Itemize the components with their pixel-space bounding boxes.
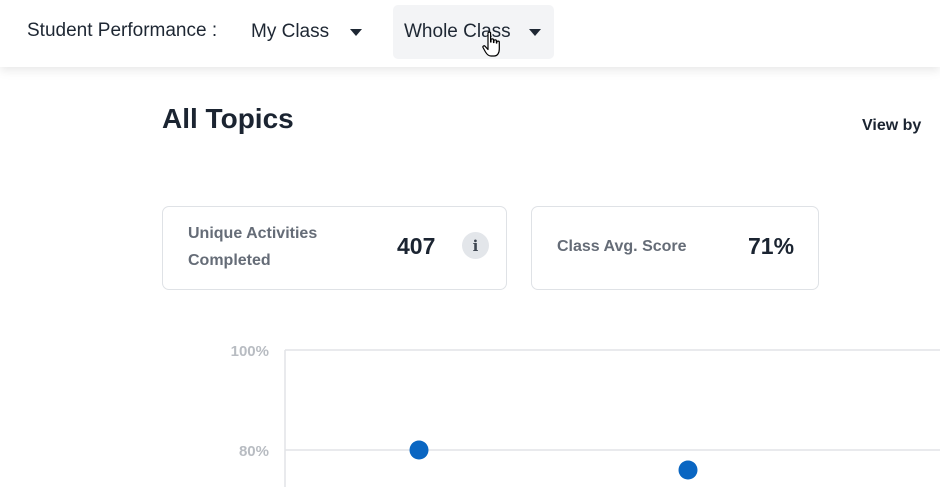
group-dropdown[interactable]: Whole Class — [393, 5, 554, 59]
class-avg-score-label: Class Avg. Score — [557, 238, 687, 255]
caret-down-icon — [350, 28, 363, 36]
data-point — [678, 460, 698, 480]
performance-chart: 100% 80% — [231, 343, 940, 487]
class-avg-score-value: 71% — [748, 233, 795, 259]
caret-down-icon — [528, 28, 541, 36]
page-title: All Topics — [162, 103, 294, 134]
data-point — [409, 440, 429, 460]
hand-cursor-icon — [482, 31, 500, 57]
view-by-label: View by — [862, 117, 922, 134]
top-bar: Student Performance : My Class Whole Cla… — [0, 0, 940, 67]
y-tick-label: 100% — [231, 343, 269, 360]
y-tick-label: 80% — [239, 443, 269, 460]
unique-activities-label: Unique Activities Completed — [188, 225, 318, 269]
class-dropdown[interactable]: My Class — [242, 5, 371, 59]
class-avg-score-card: Class Avg. Score 71% — [531, 206, 819, 290]
class-dropdown-value: My Class — [251, 21, 330, 42]
info-icon[interactable]: i — [462, 232, 489, 259]
unique-activities-card: Unique Activities Completed 407 i — [162, 206, 507, 290]
unique-activities-value: 407 — [397, 233, 436, 259]
student-performance-label: Student Performance : — [27, 20, 218, 41]
